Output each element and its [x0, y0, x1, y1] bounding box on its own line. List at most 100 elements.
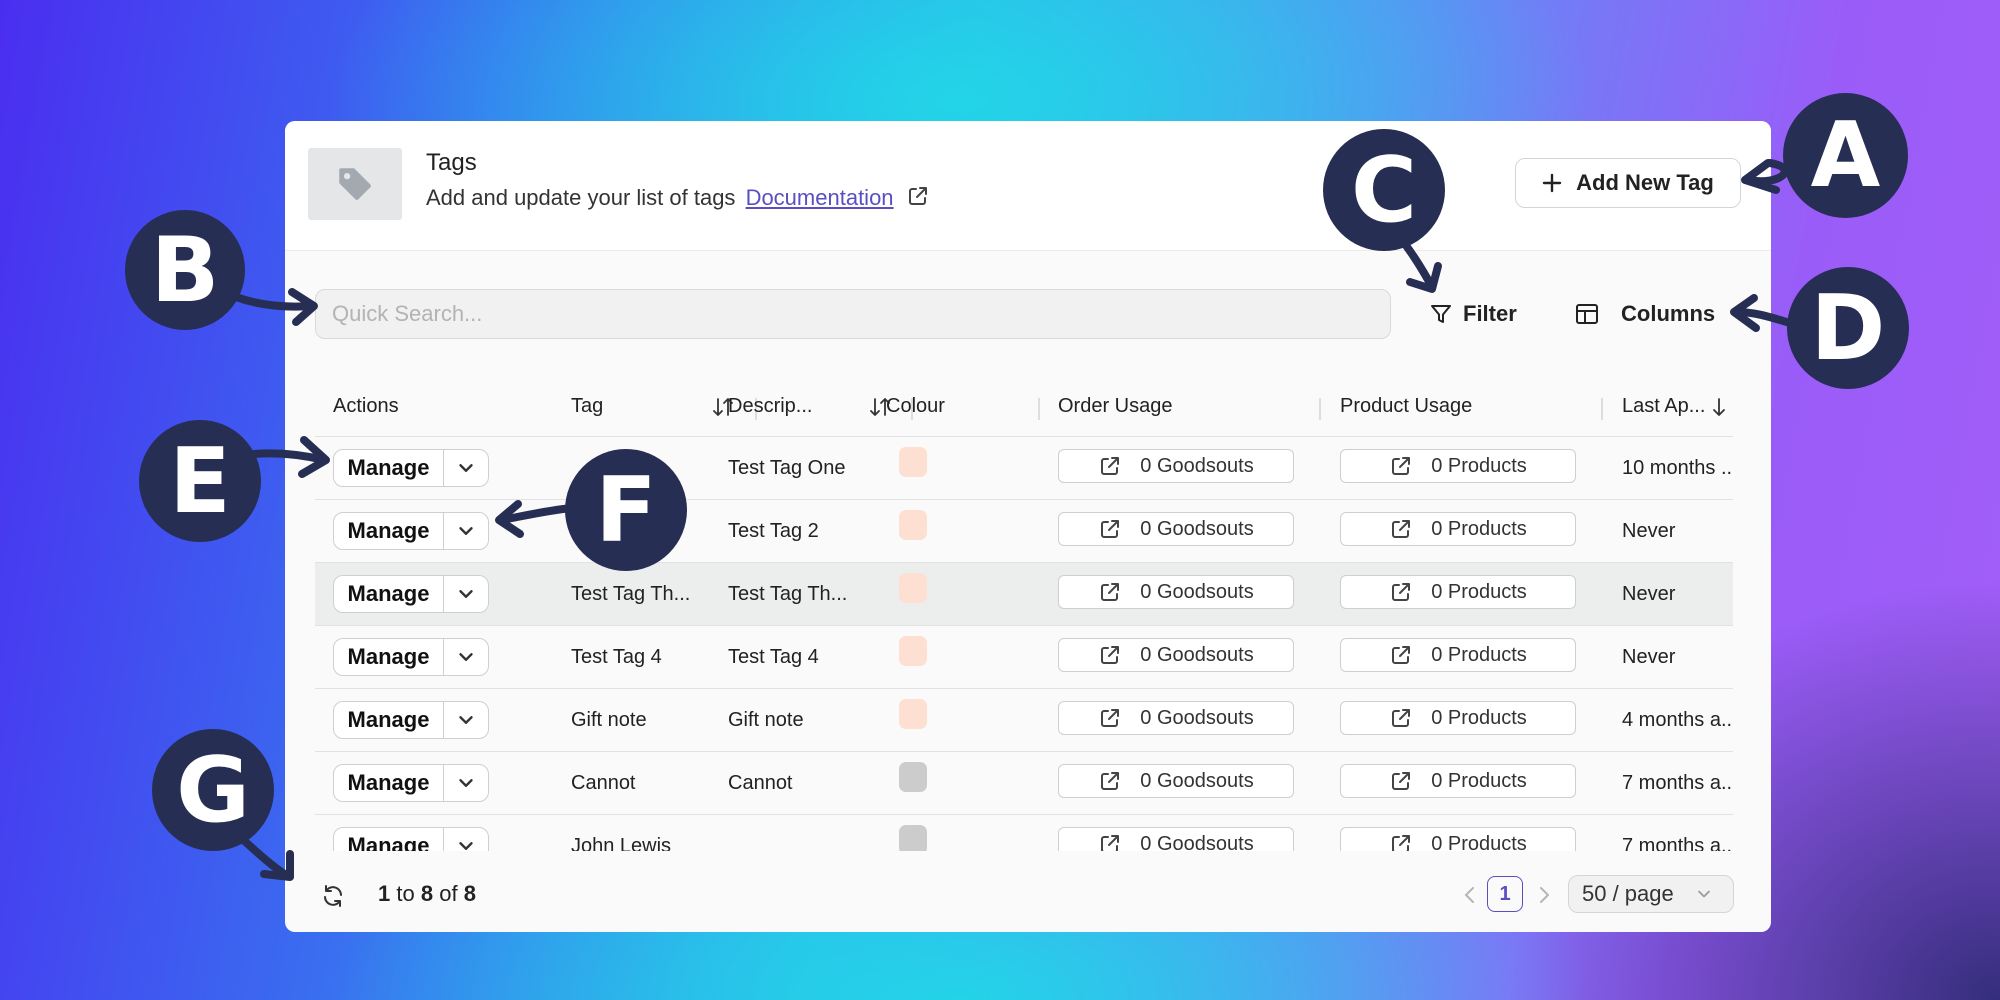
- chevron-down-icon: [455, 835, 477, 851]
- manage-dropdown-button[interactable]: [444, 639, 488, 675]
- tag-description: Test Tag 4: [728, 645, 819, 668]
- column-divider[interactable]: [1038, 398, 1040, 420]
- last-applied: 7 months a...: [1622, 771, 1733, 794]
- column-header-colour[interactable]: Colour: [886, 376, 945, 436]
- external-link-icon[interactable]: [906, 184, 930, 208]
- refresh-icon[interactable]: [321, 884, 345, 908]
- order-usage-button[interactable]: 0 Goodsouts: [1058, 827, 1294, 851]
- product-usage-value: 0 Products: [1431, 454, 1527, 477]
- column-header-last-applied[interactable]: Last Ap...: [1622, 376, 1705, 436]
- colour-swatch: [899, 699, 927, 729]
- annotation-marker-g: G: [152, 729, 274, 851]
- manage-button-group: Manage: [333, 575, 489, 613]
- manage-button[interactable]: Manage: [334, 765, 444, 801]
- manage-dropdown-button[interactable]: [444, 702, 488, 738]
- sort-desc-icon[interactable]: [1710, 396, 1728, 418]
- manage-button-group: Manage: [333, 449, 489, 487]
- description-header-label: Descrip...: [728, 394, 813, 417]
- product-usage-button[interactable]: 0 Products: [1340, 827, 1576, 851]
- order-usage-value: 0 Goodsouts: [1140, 643, 1254, 666]
- manage-button-group: Manage: [333, 701, 489, 739]
- page-size-select[interactable]: 50 / page: [1568, 875, 1734, 913]
- chevron-down-icon: [455, 457, 477, 479]
- column-divider[interactable]: [1601, 398, 1603, 420]
- quick-search-input[interactable]: [315, 289, 1391, 339]
- manage-dropdown-button[interactable]: [444, 450, 488, 486]
- last-applied: 4 months a...: [1622, 708, 1733, 731]
- manage-dropdown-button[interactable]: [444, 576, 488, 612]
- tags-panel: Tags Add and update your list of tags Do…: [285, 121, 1771, 932]
- page-subtitle: Add and update your list of tags Documen…: [426, 184, 930, 211]
- external-link-icon: [1098, 769, 1122, 793]
- table-header: Actions Tag Descrip... Colour Order Usag…: [315, 376, 1733, 436]
- column-header-tag[interactable]: Tag: [571, 376, 603, 436]
- last-applied: Never: [1622, 645, 1676, 668]
- tag-icon: [308, 148, 402, 220]
- manage-button[interactable]: Manage: [334, 450, 444, 486]
- chevron-left-icon[interactable]: [1463, 886, 1477, 904]
- external-link-icon: [1098, 580, 1122, 604]
- product-usage-button[interactable]: 0 Products: [1340, 701, 1576, 735]
- tag-name: Test Tag Th...: [571, 582, 691, 605]
- tag-description: Test Tag Th...: [728, 582, 848, 605]
- range-to: to: [396, 881, 415, 906]
- pagination-summary: 1 to 8 of 8: [378, 881, 476, 907]
- manage-button[interactable]: Manage: [334, 513, 444, 549]
- manage-button-group: Manage: [333, 764, 489, 802]
- product-usage-button[interactable]: 0 Products: [1340, 764, 1576, 798]
- manage-button[interactable]: Manage: [334, 576, 444, 612]
- column-header-product-usage[interactable]: Product Usage: [1340, 376, 1472, 436]
- manage-dropdown-button[interactable]: [444, 828, 488, 851]
- product-usage-value: 0 Products: [1431, 643, 1527, 666]
- order-usage-button[interactable]: 0 Goodsouts: [1058, 512, 1294, 546]
- table-row: Manage Test Tag One 0 Goodsouts 0 Products 1…: [315, 436, 1733, 499]
- order-usage-value: 0 Goodsouts: [1140, 769, 1254, 792]
- table-footer: 1 to 8 of 8 1 50 / page: [285, 866, 1771, 926]
- order-usage-value: 0 Goodsouts: [1140, 454, 1254, 477]
- plus-icon: [1542, 173, 1562, 193]
- product-usage-button[interactable]: 0 Products: [1340, 512, 1576, 546]
- product-usage-button[interactable]: 0 Products: [1340, 575, 1576, 609]
- chevron-down-icon: [455, 583, 477, 605]
- annotation-marker-e: E: [139, 420, 261, 542]
- order-usage-button[interactable]: 0 Goodsouts: [1058, 575, 1294, 609]
- external-link-icon: [1389, 769, 1413, 793]
- annotation-marker-d: D: [1787, 267, 1909, 389]
- column-header-description[interactable]: Descrip...: [728, 376, 812, 436]
- filter-button[interactable]: Filter: [1429, 294, 1517, 334]
- manage-button[interactable]: Manage: [334, 639, 444, 675]
- columns-button[interactable]: Columns: [1575, 294, 1715, 334]
- subtitle-text: Add and update your list of tags: [426, 185, 736, 210]
- add-new-tag-label: Add New Tag: [1576, 170, 1714, 195]
- manage-dropdown-button[interactable]: [444, 765, 488, 801]
- external-link-icon: [1098, 832, 1122, 851]
- order-usage-button[interactable]: 0 Goodsouts: [1058, 449, 1294, 483]
- column-header-order-usage[interactable]: Order Usage: [1058, 376, 1173, 436]
- colour-swatch: [899, 825, 927, 851]
- table-row: Manage Gift note Gift note 0 Goodsouts 0 Pro…: [315, 688, 1733, 751]
- annotation-marker-b: B: [125, 210, 245, 330]
- colour-swatch: [899, 636, 927, 666]
- manage-button[interactable]: Manage: [334, 702, 444, 738]
- order-usage-value: 0 Goodsouts: [1140, 580, 1254, 603]
- documentation-link[interactable]: Documentation: [746, 185, 894, 210]
- product-usage-button[interactable]: 0 Products: [1340, 449, 1576, 483]
- product-usage-button[interactable]: 0 Products: [1340, 638, 1576, 672]
- last-applied: Never: [1622, 519, 1676, 542]
- product-usage-value: 0 Products: [1431, 517, 1527, 540]
- colour-swatch: [899, 447, 927, 477]
- chevron-down-icon: [1697, 890, 1710, 898]
- table-row: Manage Test Tag Th... Test Tag Th... 0 Good…: [315, 562, 1733, 625]
- order-usage-button[interactable]: 0 Goodsouts: [1058, 764, 1294, 798]
- add-new-tag-button[interactable]: Add New Tag: [1515, 158, 1741, 208]
- page-1-button[interactable]: 1: [1487, 876, 1523, 912]
- column-divider[interactable]: [1319, 398, 1321, 420]
- manage-dropdown-button[interactable]: [444, 513, 488, 549]
- chevron-right-icon[interactable]: [1537, 886, 1551, 904]
- order-usage-button[interactable]: 0 Goodsouts: [1058, 701, 1294, 735]
- tag-description: Test Tag 2: [728, 519, 819, 542]
- manage-button[interactable]: Manage: [334, 828, 444, 851]
- order-usage-button[interactable]: 0 Goodsouts: [1058, 638, 1294, 672]
- column-header-actions: Actions: [333, 394, 399, 417]
- annotation-marker-a: A: [1783, 93, 1908, 218]
